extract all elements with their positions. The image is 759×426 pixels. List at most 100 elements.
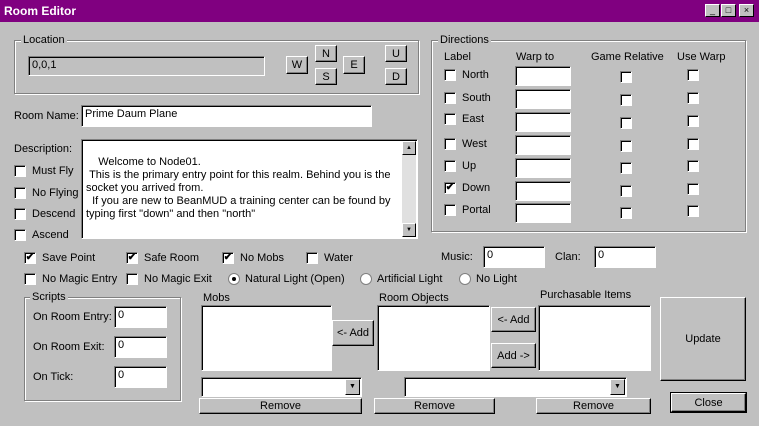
down-checkbox[interactable]: ✔ [444, 182, 456, 194]
on-tick-input[interactable]: 0 [114, 366, 167, 388]
dir-header-use-warp: Use Warp [677, 51, 726, 63]
mobs-add-button[interactable]: <- Add [332, 320, 374, 346]
up-label: Up [462, 160, 477, 172]
maximize-button[interactable]: □ [721, 4, 736, 17]
window-title: Room Editor [4, 4, 76, 18]
water-checkbox[interactable] [306, 252, 318, 264]
portal-warp-input[interactable] [515, 203, 571, 223]
purchasable-items-list[interactable] [538, 305, 651, 371]
description-text: Welcome to Node01. This is the primary e… [86, 156, 391, 220]
up-use-warp-checkbox[interactable] [687, 160, 699, 172]
must-fly-label: Must Fly [32, 165, 74, 177]
save-point-checkbox[interactable]: ✔ [24, 252, 36, 264]
south-button[interactable]: S [315, 68, 337, 85]
room-objects-list[interactable] [377, 305, 490, 371]
location-field[interactable]: 0,0,1 [28, 56, 265, 76]
update-button[interactable]: Update [660, 297, 746, 381]
scroll-up-icon[interactable]: ▲ [402, 141, 416, 155]
east-checkbox[interactable] [444, 113, 456, 125]
portal-game-relative-checkbox[interactable] [620, 207, 632, 219]
ascend-label: Ascend [32, 229, 69, 241]
east-warp-input[interactable] [515, 112, 571, 132]
ascend-checkbox[interactable] [14, 229, 26, 241]
down-use-warp-checkbox[interactable] [687, 183, 699, 195]
room-objects-select[interactable]: ▼ [404, 377, 627, 397]
no-magic-exit-checkbox[interactable] [126, 273, 138, 285]
south-warp-input[interactable] [515, 89, 571, 109]
north-warp-input[interactable] [515, 66, 571, 86]
south-label: South [462, 92, 491, 104]
safe-room-checkbox[interactable]: ✔ [126, 252, 138, 264]
up-checkbox[interactable] [444, 160, 456, 172]
north-button[interactable]: N [315, 45, 337, 62]
west-use-warp-checkbox[interactable] [687, 138, 699, 150]
east-use-warp-checkbox[interactable] [687, 115, 699, 127]
natural-light-radio[interactable] [228, 273, 240, 285]
no-flying-checkbox[interactable] [14, 187, 26, 199]
south-game-relative-checkbox[interactable] [620, 94, 632, 106]
music-label: Music: [441, 251, 473, 263]
west-warp-input[interactable] [515, 135, 571, 155]
close-button[interactable]: Close [670, 392, 747, 413]
down-game-relative-checkbox[interactable] [620, 185, 632, 197]
down-warp-input[interactable] [515, 181, 571, 201]
up-game-relative-checkbox[interactable] [620, 162, 632, 174]
description-scrollbar[interactable]: ▲ ▼ [402, 141, 416, 237]
no-light-radio[interactable] [459, 273, 471, 285]
mobs-select[interactable]: ▼ [201, 377, 362, 397]
on-room-entry-input[interactable]: 0 [114, 306, 167, 328]
north-use-warp-checkbox[interactable] [687, 69, 699, 81]
mobs-remove-button[interactable]: Remove [199, 398, 362, 414]
no-magic-exit-label: No Magic Exit [144, 273, 212, 285]
minimize-button[interactable]: _ [705, 4, 720, 17]
clan-input[interactable]: 0 [594, 246, 656, 268]
descend-checkbox[interactable] [14, 208, 26, 220]
portal-label: Portal [462, 204, 491, 216]
on-room-entry-label: On Room Entry: [33, 311, 112, 323]
room-name-input[interactable]: Prime Daum Plane [81, 105, 372, 127]
description-label: Description: [14, 143, 73, 155]
on-room-exit-input[interactable]: 0 [114, 336, 167, 358]
artificial-light-radio[interactable] [360, 273, 372, 285]
south-use-warp-checkbox[interactable] [687, 92, 699, 104]
title-bar[interactable]: Room Editor _ □ × [0, 0, 759, 22]
west-game-relative-checkbox[interactable] [620, 140, 632, 152]
on-room-exit-label: On Room Exit: [33, 341, 105, 353]
room-objects-remove-button[interactable]: Remove [374, 398, 495, 414]
scroll-down-icon[interactable]: ▼ [402, 223, 416, 237]
north-game-relative-checkbox[interactable] [620, 71, 632, 83]
west-checkbox[interactable] [444, 138, 456, 150]
down-label: Down [462, 182, 491, 194]
east-button[interactable]: E [343, 56, 365, 74]
artificial-light-label: Artificial Light [377, 273, 443, 285]
room-editor-window: Room Editor _ □ × Location 0,0,1 W N S E… [0, 0, 759, 426]
up-warp-input[interactable] [515, 158, 571, 178]
chevron-down-icon[interactable]: ▼ [610, 379, 625, 395]
east-label: East [462, 113, 485, 125]
east-game-relative-checkbox[interactable] [620, 117, 632, 129]
no-mobs-checkbox[interactable]: ✔ [222, 252, 234, 264]
must-fly-checkbox[interactable] [14, 165, 26, 177]
water-label: Water [324, 252, 353, 264]
save-point-label: Save Point [42, 252, 96, 264]
purchasable-remove-button[interactable]: Remove [536, 398, 651, 414]
up-button[interactable]: U [385, 45, 407, 62]
down-button[interactable]: D [385, 68, 407, 85]
room-objects-add-right-button[interactable]: Add -> [491, 343, 536, 368]
descend-label: Descend [32, 208, 76, 220]
safe-room-label: Safe Room [144, 252, 200, 264]
chevron-down-icon[interactable]: ▼ [345, 379, 360, 395]
music-input[interactable]: 0 [483, 246, 545, 268]
directions-group-label: Directions [438, 34, 491, 46]
description-textarea[interactable]: Welcome to Node01. This is the primary e… [81, 139, 418, 239]
mobs-list[interactable] [201, 305, 332, 371]
close-window-button[interactable]: × [739, 4, 754, 17]
north-checkbox[interactable] [444, 69, 456, 81]
no-magic-entry-checkbox[interactable] [24, 273, 36, 285]
purchasable-items-label: Purchasable Items [540, 289, 632, 301]
portal-use-warp-checkbox[interactable] [687, 205, 699, 217]
south-checkbox[interactable] [444, 92, 456, 104]
west-button[interactable]: W [286, 56, 308, 74]
room-objects-add-left-button[interactable]: <- Add [491, 307, 536, 332]
portal-checkbox[interactable] [444, 204, 456, 216]
